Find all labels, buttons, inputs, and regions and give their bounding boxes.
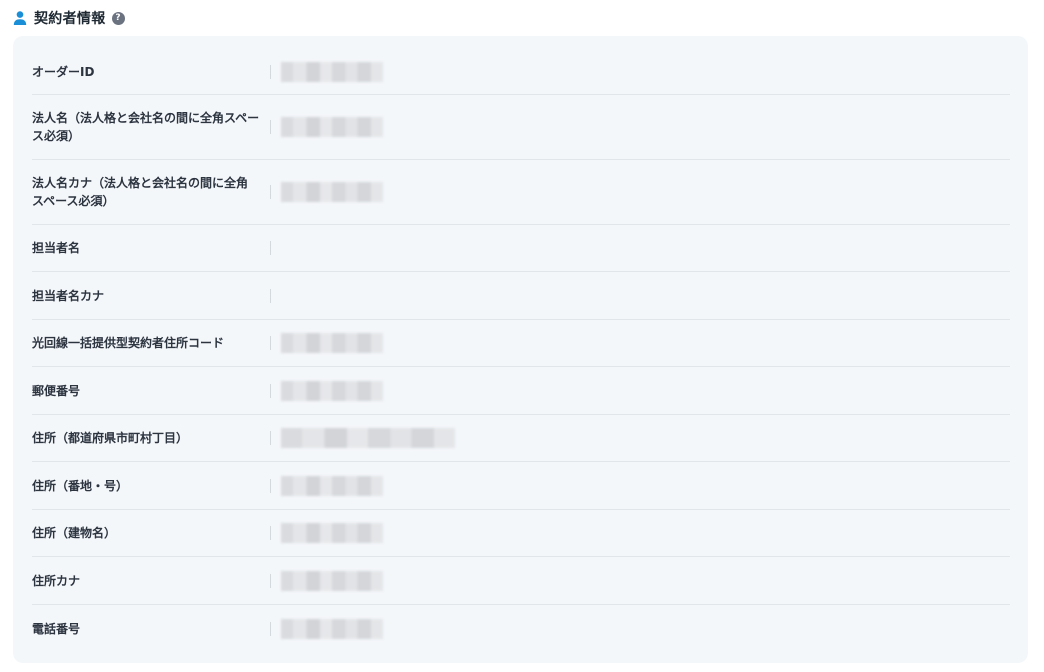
field-value (271, 619, 383, 639)
field-label: 電話番号 (32, 622, 81, 636)
field-value (271, 380, 383, 401)
row-contact-name: 担当者名 (32, 225, 1010, 272)
contractor-info-panel: オーダーID 法人名（法人格と会社名の間に全角スペース必須） 法人名カナ（法人格… (13, 36, 1028, 663)
masked-value (281, 117, 383, 137)
help-icon[interactable]: ? (111, 11, 125, 25)
row-phone-number: 電話番号 (32, 605, 1010, 653)
row-postal-code: 郵便番号 (32, 367, 1010, 415)
field-value (271, 570, 383, 591)
field-label: 住所（番地・号） (32, 478, 129, 493)
masked-value (281, 475, 383, 496)
row-address-building: 住所（建物名） (32, 510, 1010, 557)
field-value (271, 61, 383, 82)
masked-value (281, 182, 383, 202)
field-divider (270, 288, 271, 303)
masked-value (281, 333, 383, 353)
field-label: 法人名カナ（法人格と会社名の間に全角スペース必須） (32, 176, 249, 208)
field-value (271, 475, 383, 496)
field-label: 担当者名カナ (32, 288, 105, 303)
masked-value (281, 570, 383, 591)
masked-value (281, 61, 383, 82)
field-value (271, 523, 383, 543)
field-label: 住所カナ (32, 573, 81, 588)
field-value (271, 333, 383, 353)
field-label: 担当者名 (32, 241, 81, 255)
field-label: 住所（都道府県市町村丁目） (32, 431, 189, 445)
field-label: 郵便番号 (32, 383, 81, 398)
row-company-name: 法人名（法人格と会社名の間に全角スペース必須） (32, 95, 1010, 160)
person-icon (12, 10, 28, 26)
row-address-code: 光回線一括提供型契約者住所コード (32, 320, 1010, 367)
masked-value (281, 619, 383, 639)
masked-value (281, 380, 383, 401)
row-address-number: 住所（番地・号） (32, 462, 1010, 510)
field-value (271, 117, 383, 137)
field-value (271, 182, 383, 202)
field-label: オーダーID (32, 64, 95, 79)
field-label: 光回線一括提供型契約者住所コード (32, 336, 225, 350)
row-address-kana: 住所カナ (32, 557, 1010, 605)
masked-value (281, 428, 455, 448)
field-divider (270, 241, 271, 255)
row-address-city: 住所（都道府県市町村丁目） (32, 415, 1010, 462)
field-value (271, 428, 455, 448)
section-header: 契約者情報 ? (12, 6, 125, 30)
row-order-id: オーダーID (32, 49, 1010, 95)
field-label: 法人名（法人格と会社名の間に全角スペース必須） (32, 111, 260, 143)
masked-value (281, 523, 383, 543)
row-company-name-kana: 法人名カナ（法人格と会社名の間に全角スペース必須） (32, 160, 1010, 225)
row-contact-name-kana: 担当者名カナ (32, 272, 1010, 320)
field-label: 住所（建物名） (32, 526, 117, 540)
section-title: 契約者情報 (34, 11, 106, 27)
